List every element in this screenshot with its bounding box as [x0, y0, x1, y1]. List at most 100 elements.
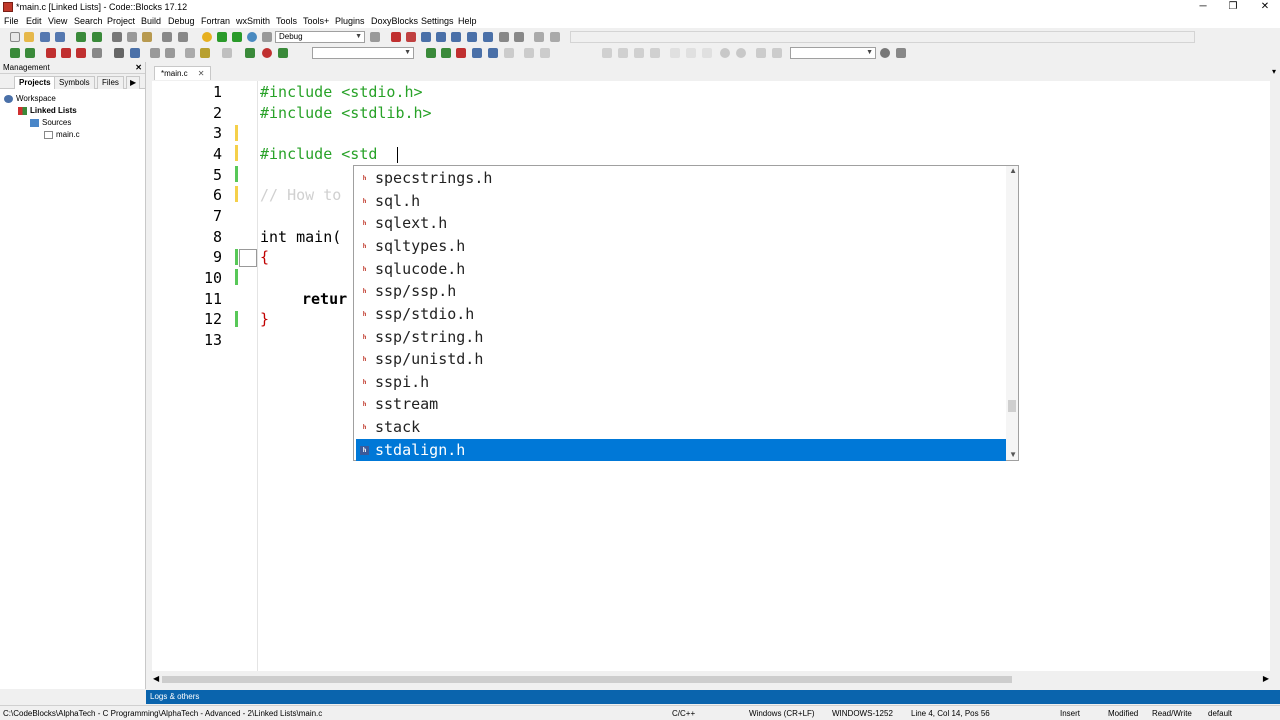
fold-toggle-icon[interactable]	[239, 249, 257, 267]
logs-panel-header[interactable]: Logs & others	[146, 690, 1280, 704]
toggle-bookmark-icon[interactable]	[46, 48, 56, 58]
autocomplete-item[interactable]: h ssp/ssp.h	[356, 280, 1006, 302]
tab-files[interactable]: Files	[97, 76, 124, 89]
next-line-icon[interactable]	[421, 32, 431, 42]
various-info-icon[interactable]	[550, 32, 560, 42]
save-icon[interactable]	[40, 32, 50, 42]
record-icon[interactable]	[262, 48, 272, 58]
tab-symbols[interactable]: Symbols	[54, 76, 95, 89]
autocomplete-item[interactable]: h specstrings.h	[356, 167, 1006, 189]
step-into-instruction-icon[interactable]	[483, 32, 493, 42]
match-brace-icon[interactable]	[130, 48, 140, 58]
layout-icon-2[interactable]	[618, 48, 628, 58]
menu-tools-plus[interactable]: Tools+	[303, 16, 329, 26]
autocomplete-item[interactable]: h stack	[356, 416, 1006, 438]
replace-icon[interactable]	[178, 32, 188, 42]
nav-back-icon[interactable]	[426, 48, 436, 58]
debug-start-icon[interactable]	[391, 32, 401, 42]
autocomplete-scroll-thumb[interactable]	[1008, 400, 1016, 412]
comment-icon[interactable]	[150, 48, 160, 58]
tree-file-main[interactable]: main.c	[44, 130, 80, 139]
build-target-select[interactable]: Debug ▼	[275, 31, 365, 43]
spell-check-icon[interactable]	[200, 48, 210, 58]
tabs-scroll-right-icon[interactable]: ▶	[126, 76, 141, 89]
autocomplete-item[interactable]: h ssp/stdio.h	[356, 303, 1006, 325]
editor-horizontal-scrollbar[interactable]: ◀ ▶	[152, 673, 1270, 686]
menu-edit[interactable]: Edit	[26, 16, 42, 26]
settings-icon[interactable]	[896, 48, 906, 58]
paste-icon[interactable]	[142, 32, 152, 42]
selection-icon[interactable]	[488, 48, 498, 58]
autocomplete-popup[interactable]: h specstrings.h h sql.h h sqlext.h h sqltype…	[353, 165, 1019, 461]
build-and-run-icon[interactable]	[232, 32, 242, 42]
new-file-icon[interactable]	[10, 32, 20, 42]
tree-workspace[interactable]: Workspace	[4, 94, 56, 103]
menu-debug[interactable]: Debug	[168, 16, 195, 26]
tab-projects[interactable]: Projects	[14, 76, 56, 89]
menu-view[interactable]: View	[48, 16, 67, 26]
autocomplete-item[interactable]: h ssp/string.h	[356, 326, 1006, 348]
menu-settings[interactable]: Settings	[421, 16, 454, 26]
save-all-icon[interactable]	[55, 32, 65, 42]
zoom-in-icon[interactable]	[720, 48, 730, 58]
s-icon[interactable]	[756, 48, 766, 58]
close-window-button[interactable]: ✕	[1250, 0, 1280, 14]
layout-icon-7[interactable]	[702, 48, 712, 58]
autocomplete-item[interactable]: h sqlucode.h	[356, 258, 1006, 280]
show-target-dialog-icon[interactable]	[370, 32, 380, 42]
find-icon[interactable]	[162, 32, 172, 42]
menu-project[interactable]: Project	[107, 16, 135, 26]
build-gear-icon[interactable]	[202, 32, 212, 42]
autocomplete-item[interactable]: h ssp/unistd.h	[356, 348, 1006, 370]
layout-icon-1[interactable]	[602, 48, 612, 58]
jump-forward-icon[interactable]	[25, 48, 35, 58]
autocomplete-item[interactable]: h sql.h	[356, 190, 1006, 212]
search-combo[interactable]: ▼	[790, 47, 876, 59]
menu-help[interactable]: Help	[458, 16, 477, 26]
minimize-button[interactable]: ─	[1188, 0, 1218, 14]
search-icon[interactable]	[880, 48, 890, 58]
autocomplete-item[interactable]: h sstream	[356, 393, 1006, 415]
layout-icon-5[interactable]	[670, 48, 680, 58]
horizontal-scroll-thumb[interactable]	[162, 676, 1012, 683]
run-to-cursor-icon[interactable]	[406, 32, 416, 42]
menu-build[interactable]: Build	[141, 16, 161, 26]
menu-tools[interactable]: Tools	[276, 16, 297, 26]
scroll-up-icon[interactable]: ▲	[1009, 166, 1017, 175]
format-icon[interactable]	[185, 48, 195, 58]
layout-icon-3[interactable]	[634, 48, 644, 58]
select-icon[interactable]	[472, 48, 482, 58]
debugging-windows-icon[interactable]	[534, 32, 544, 42]
tabs-dropdown-icon[interactable]: ▾	[1272, 67, 1276, 76]
open-file-icon[interactable]	[24, 32, 34, 42]
jump-back-icon[interactable]	[10, 48, 20, 58]
c-icon[interactable]	[772, 48, 782, 58]
menu-fortran[interactable]: Fortran	[201, 16, 230, 26]
nav-forward-icon[interactable]	[441, 48, 451, 58]
tree-project[interactable]: Linked Lists	[18, 106, 77, 115]
doxyblocks-icon[interactable]	[114, 48, 124, 58]
autocomplete-item[interactable]: h sqlext.h	[356, 212, 1006, 234]
scroll-left-icon[interactable]: ◀	[153, 674, 159, 683]
autocomplete-scrollbar[interactable]: ▲ ▼	[1006, 166, 1018, 460]
layout-icon-6[interactable]	[686, 48, 696, 58]
close-tab-icon[interactable]: ✕	[198, 69, 205, 78]
rebuild-icon[interactable]	[247, 32, 257, 42]
undo-icon[interactable]	[76, 32, 86, 42]
play-macro-icon[interactable]	[278, 48, 288, 58]
abort-icon[interactable]	[262, 32, 272, 42]
break-debugger-icon[interactable]	[499, 32, 509, 42]
scroll-down-icon[interactable]: ▼	[1009, 450, 1017, 459]
misc-icon[interactable]	[504, 48, 514, 58]
menu-wxsmith[interactable]: wxSmith	[236, 16, 270, 26]
next-instruction-icon[interactable]	[467, 32, 477, 42]
pencil-icon[interactable]	[222, 48, 232, 58]
menu-doxyblocks[interactable]: DoxyBlocks	[371, 16, 418, 26]
layout-icon-4[interactable]	[650, 48, 660, 58]
close-icon[interactable]: ✕	[135, 63, 142, 72]
stop-debugger-icon[interactable]	[514, 32, 524, 42]
scope-select[interactable]: ▼	[312, 47, 414, 59]
step-out-icon[interactable]	[451, 32, 461, 42]
maximize-button[interactable]: ❐	[1218, 0, 1248, 14]
menu-plugins[interactable]: Plugins	[335, 16, 365, 26]
